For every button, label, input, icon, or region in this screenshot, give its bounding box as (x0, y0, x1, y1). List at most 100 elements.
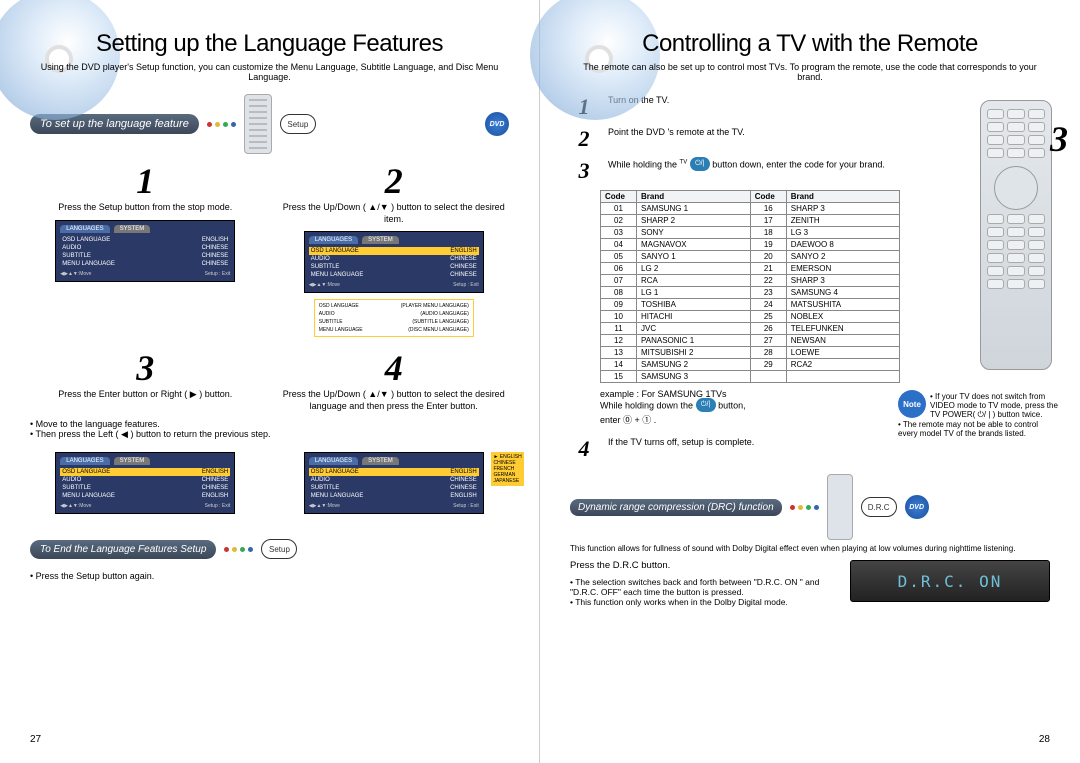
step-num: 3 (570, 158, 598, 184)
osd-foot: Setup : Exit (453, 503, 479, 509)
step-text: Press the Up/Down ( ▲/▼ ) button to sele… (279, 202, 510, 225)
text-part: button down, enter the code for your bra… (712, 159, 885, 169)
osd-tab: LANGUAGES (309, 457, 358, 465)
table-row: 02SHARP 217ZENITH (601, 215, 900, 227)
intro-text: Using the DVD player's Setup function, y… (30, 62, 509, 82)
osd-row: AUDIOCHINESE (309, 255, 479, 263)
table-row: 03SONY18LG 3 (601, 227, 900, 239)
text-part: While holding the (608, 159, 680, 169)
list-item: Then press the Left ( ◀ ) button to retu… (30, 429, 509, 440)
remote-illustration (980, 100, 1052, 370)
step-num: 1 (30, 160, 261, 202)
osd-row: SUBTITLECHINESE (309, 263, 479, 271)
end-banner: To End the Language Features Setup (30, 540, 216, 559)
step-text: Press the Setup button from the stop mod… (30, 202, 261, 214)
dvd-badge: DVD (905, 495, 929, 519)
table-row: 07RCA22SHARP 3 (601, 275, 900, 287)
dot-separator (224, 547, 253, 552)
th: Brand (637, 191, 751, 203)
lcd-display: D.R.C. ON (850, 560, 1050, 602)
big-3: 3 (1050, 118, 1068, 160)
osd-screen: LANGUAGES SYSTEM OSD LANGUAGEENGLISHAUDIO… (304, 231, 484, 293)
osd-screen: LANGUAGES SYSTEM OSD LANGUAGEENGLISHAUDIO… (304, 452, 484, 514)
language-sidelist: ► ENGLISHCHINESEFRENCHGERMANJAPANESE (491, 452, 523, 486)
popup-row: AUDIO(AUDIO LANGUAGE) (317, 310, 471, 318)
list-item: The remote may not be able to control ev… (898, 420, 1058, 438)
drc-press: Press the D.R.C button. (570, 560, 840, 572)
list-item: Move to the language features. (30, 419, 509, 429)
osd-row: MENU LANGUAGECHINESE (309, 271, 479, 279)
step-2: 2 Point the DVD 's remote at the TV. (570, 126, 1050, 152)
table-row: 04MAGNAVOX19DAEWOO 8 (601, 239, 900, 251)
table-row: 13MITSUBISHI 228LOEWE (601, 347, 900, 359)
th: Brand (786, 191, 899, 203)
table-row: 14SAMSUNG 229RCA2 (601, 359, 900, 371)
osd-row: AUDIOCHINESE (60, 244, 230, 252)
page-number: 27 (30, 734, 41, 745)
steps-list: 1 Turn on the TV. 2 Point the DVD 's rem… (570, 94, 1050, 184)
setup-chip: Setup (261, 539, 297, 559)
table-row: 12PANASONIC 127NEWSAN (601, 335, 900, 347)
dot-separator (207, 122, 236, 127)
osd-foot: ◀▶▲▼:Move (309, 503, 340, 509)
table-row: 09TOSHIBA24MATSUSHITA (601, 299, 900, 311)
four-step-grid: 1 Press the Setup button from the stop m… (30, 160, 509, 413)
osd-tab: SYSTEM (114, 225, 151, 233)
step-cell-1: 1 Press the Setup button from the stop m… (30, 160, 261, 337)
osd-foot: Setup : Exit (453, 282, 479, 288)
step-num: 4 (570, 436, 598, 462)
drc-section: Dynamic range compression (DRC) function… (570, 474, 1050, 607)
osd-popup: OSD LANGUAGE(PLAYER MENU LANGUAGE)AUDIO(… (314, 299, 474, 337)
osd-tab: LANGUAGES (309, 236, 358, 244)
end-banner-row: To End the Language Features Setup Setup (30, 534, 509, 565)
osd-row: SUBTITLECHINESE (60, 484, 230, 492)
osd-foot: Setup : Exit (205, 503, 231, 509)
osd-tab: SYSTEM (362, 457, 399, 465)
osd-row: OSD LANGUAGEENGLISH (309, 468, 479, 476)
osd-screen: LANGUAGESSYSTEM OSD LANGUAGEENGLISHAUDIO… (55, 452, 235, 514)
step-text: Press the Enter button or Right ( ▶ ) bu… (30, 389, 261, 401)
drc-banner: Dynamic range compression (DRC) function (570, 499, 782, 516)
step-cell-2: 2 Press the Up/Down ( ▲/▼ ) button to se… (279, 160, 510, 337)
osd-row: MENU LANGUAGECHINESE (60, 260, 230, 268)
step-4: 4 If the TV turns off, setup is complete… (570, 436, 1050, 462)
lang-option: ► ENGLISH (493, 454, 521, 460)
banner-row: To set up the language feature Setup DVD (30, 94, 509, 154)
page-28: Controlling a TV with the Remote The rem… (540, 0, 1080, 763)
dot-separator (790, 505, 819, 510)
th: Code (750, 191, 786, 203)
osd-row: OSD LANGUAGEENGLISH (60, 236, 230, 244)
page-number: 28 (1039, 734, 1050, 745)
osd-foot: ◀▶▲▼:Move (60, 503, 91, 509)
lang-option: JAPANESE (493, 478, 521, 484)
osd-row: MENU LANGUAGEENGLISH (60, 492, 230, 500)
popup-row: OSD LANGUAGE(PLAYER MENU LANGUAGE) (317, 302, 471, 310)
drc-bullets: The selection switches back and forth be… (570, 577, 840, 607)
tv-label: TV (680, 159, 688, 165)
popup-row: MENU LANGUAGE(DISC MENU LANGUAGE) (317, 326, 471, 334)
tv-power-icon: ⏻/| (690, 157, 710, 171)
osd-row: MENU LANGUAGEENGLISH (309, 492, 479, 500)
step-num: 3 (30, 347, 261, 389)
page-title: Setting up the Language Features (30, 30, 509, 58)
note-badge: Note (898, 390, 926, 418)
dvd-badge: DVD (485, 112, 509, 136)
step-text: Press the Up/Down ( ▲/▼ ) button to sele… (279, 389, 510, 412)
example-text: While holding down the (600, 400, 696, 410)
osd-tab: LANGUAGES (60, 225, 109, 233)
remote-icon (827, 474, 853, 540)
osd-row: OSD LANGUAGEENGLISH (309, 247, 479, 255)
osd-tab: SYSTEM (362, 236, 399, 244)
step-num: 2 (279, 160, 510, 202)
osd-foot: ◀▶▲▼:Move (60, 271, 91, 277)
table-row: 06LG 221EMERSON (601, 263, 900, 275)
setup-chip: Setup (280, 114, 316, 134)
drc-desc: This function allows for fullness of sou… (570, 544, 1050, 554)
table-row: 15SAMSUNG 3 (601, 371, 900, 383)
osd-row: AUDIOCHINESE (309, 476, 479, 484)
osd-tab: LANGUAGES (60, 457, 109, 465)
remote-icon (244, 94, 272, 154)
osd-foot: ◀▶▲▼:Move (309, 282, 340, 288)
osd-row: SUBTITLECHINESE (309, 484, 479, 492)
list-item: The selection switches back and forth be… (570, 577, 840, 597)
